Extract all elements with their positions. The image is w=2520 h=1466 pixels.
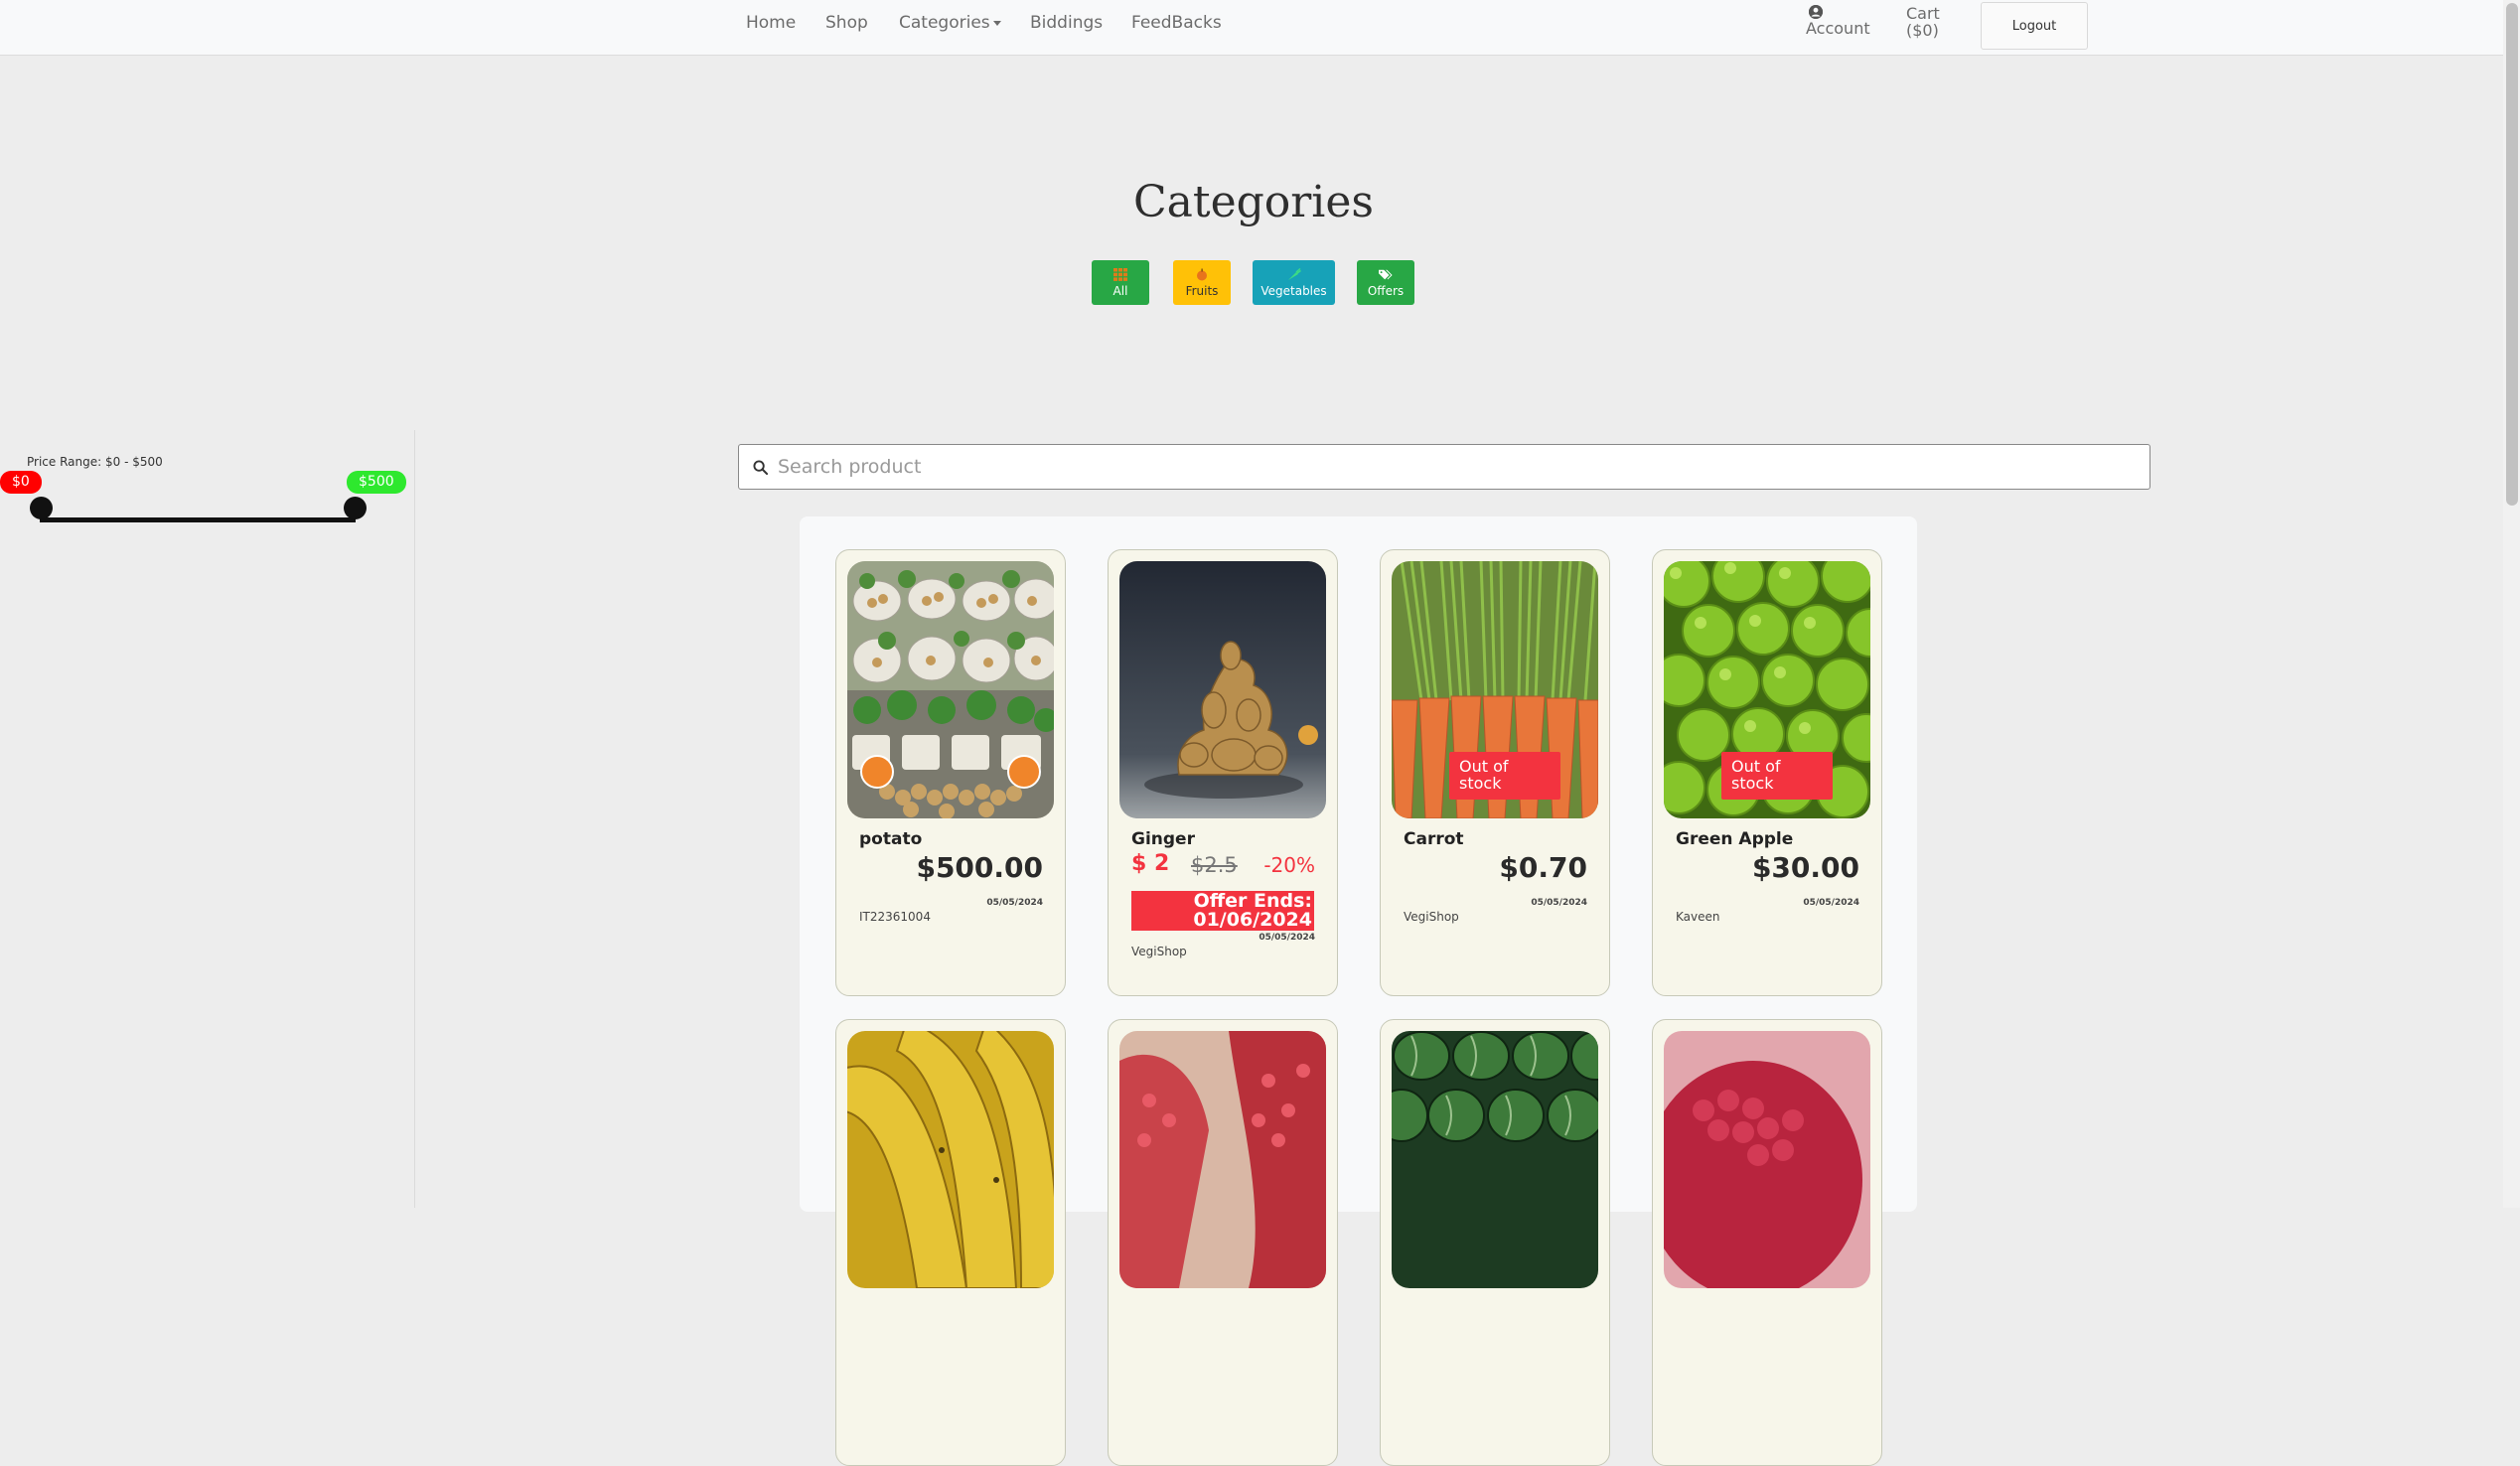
product-offer-price: $ 2 xyxy=(1131,851,1170,876)
product-card[interactable]: Out of stock Green Apple $30.00 05/05/20… xyxy=(1652,549,1882,996)
product-card[interactable]: Ginger $ 2 $2.5 -20% Offer Ends: 01/06/2… xyxy=(1108,549,1338,996)
product-card[interactable] xyxy=(1652,1019,1882,1466)
nav-home-link[interactable]: Home xyxy=(746,13,796,33)
page-scrollbar[interactable] xyxy=(2503,0,2520,1208)
category-all-label: All xyxy=(1112,283,1128,298)
product-card[interactable]: Out of stock Carrot $0.70 05/05/2024 Veg… xyxy=(1380,549,1610,996)
search-input[interactable] xyxy=(776,455,2121,479)
cart-link[interactable]: Cart ($0) xyxy=(1906,5,1940,39)
product-card[interactable] xyxy=(835,1019,1066,1466)
logout-button[interactable]: Logout xyxy=(1981,2,2088,50)
product-date: 05/05/2024 xyxy=(986,898,1043,908)
price-min-handle[interactable] xyxy=(30,497,53,519)
product-name: Ginger xyxy=(1131,829,1195,849)
product-image xyxy=(847,1031,1054,1288)
cart-amount: ($0) xyxy=(1906,21,1939,40)
price-range-track[interactable] xyxy=(40,517,356,522)
category-fruits-button[interactable]: Fruits xyxy=(1173,260,1231,305)
grid-icon xyxy=(1113,267,1127,281)
product-image xyxy=(1119,561,1326,818)
sidebar-divider xyxy=(414,430,415,1208)
price-min-badge: $0 xyxy=(0,471,42,494)
product-name: Green Apple xyxy=(1676,829,1794,849)
product-seller: IT22361004 xyxy=(859,910,931,924)
user-circle-icon xyxy=(1809,5,1823,19)
tags-icon xyxy=(1379,269,1393,279)
categories-title: Categories xyxy=(1133,177,1374,227)
category-fruits-label: Fruits xyxy=(1185,283,1219,298)
carrot-icon xyxy=(1287,267,1301,280)
product-image xyxy=(1392,1031,1598,1288)
price-max-badge: $500 xyxy=(347,471,406,494)
product-date: 05/05/2024 xyxy=(1531,898,1587,908)
product-image xyxy=(847,561,1054,818)
account-link[interactable]: Account xyxy=(1806,5,1870,37)
product-price: $30.00 xyxy=(1751,851,1859,884)
product-seller: Kaveen xyxy=(1676,910,1720,924)
offer-ends-date: 01/06/2024 xyxy=(1193,909,1312,931)
product-image: Out of stock xyxy=(1392,561,1598,818)
search-bar xyxy=(738,444,2150,490)
nav-feedbacks-link[interactable]: FeedBacks xyxy=(1131,13,1222,33)
price-range-label: Price Range: $0 - $500 xyxy=(27,455,163,469)
out-of-stock-badge: Out of stock xyxy=(1721,752,1833,800)
nav-categories-label: Categories xyxy=(899,13,990,33)
category-vegetables-label: Vegetables xyxy=(1260,283,1327,298)
product-card[interactable] xyxy=(1380,1019,1610,1466)
search-icon xyxy=(753,459,768,475)
nav-biddings-link[interactable]: Biddings xyxy=(1030,13,1103,33)
product-card[interactable] xyxy=(1108,1019,1338,1466)
category-vegetables-button[interactable]: Vegetables xyxy=(1253,260,1335,305)
product-discount: -20% xyxy=(1263,853,1315,877)
product-date: 05/05/2024 xyxy=(1803,898,1859,908)
apple-icon xyxy=(1197,268,1207,280)
product-card[interactable]: potato $500.00 05/05/2024 IT22361004 xyxy=(835,549,1066,996)
product-old-price: $2.5 xyxy=(1191,853,1238,877)
caret-down-icon xyxy=(992,20,1001,26)
account-label: Account xyxy=(1806,19,1870,38)
product-price: $0.70 xyxy=(1499,851,1587,884)
category-offers-label: Offers xyxy=(1367,283,1405,298)
product-image xyxy=(1664,1031,1870,1288)
cart-label: Cart xyxy=(1906,4,1940,23)
product-name: potato xyxy=(859,829,923,849)
product-price: $500.00 xyxy=(916,851,1043,884)
product-image: Out of stock xyxy=(1664,561,1870,818)
nav-shop-link[interactable]: Shop xyxy=(825,13,868,33)
product-seller: VegiShop xyxy=(1404,910,1459,924)
scrollbar-thumb[interactable] xyxy=(2506,3,2518,506)
product-seller: VegiShop xyxy=(1131,945,1187,958)
top-navbar: Home Shop Categories Biddings FeedBacks … xyxy=(0,0,2520,56)
category-all-button[interactable]: All xyxy=(1092,260,1149,305)
product-grid-panel: potato $500.00 05/05/2024 IT22361004 Gin… xyxy=(800,516,1917,1466)
nav-categories-dropdown[interactable]: Categories xyxy=(899,13,1001,33)
out-of-stock-badge: Out of stock xyxy=(1449,752,1560,800)
price-max-handle[interactable] xyxy=(344,497,367,519)
category-offers-button[interactable]: Offers xyxy=(1357,260,1414,305)
product-date: 05/05/2024 xyxy=(1259,933,1315,943)
product-name: Carrot xyxy=(1404,829,1464,849)
product-image xyxy=(1119,1031,1326,1288)
offer-ends-banner: Offer Ends: 01/06/2024 xyxy=(1131,891,1314,931)
